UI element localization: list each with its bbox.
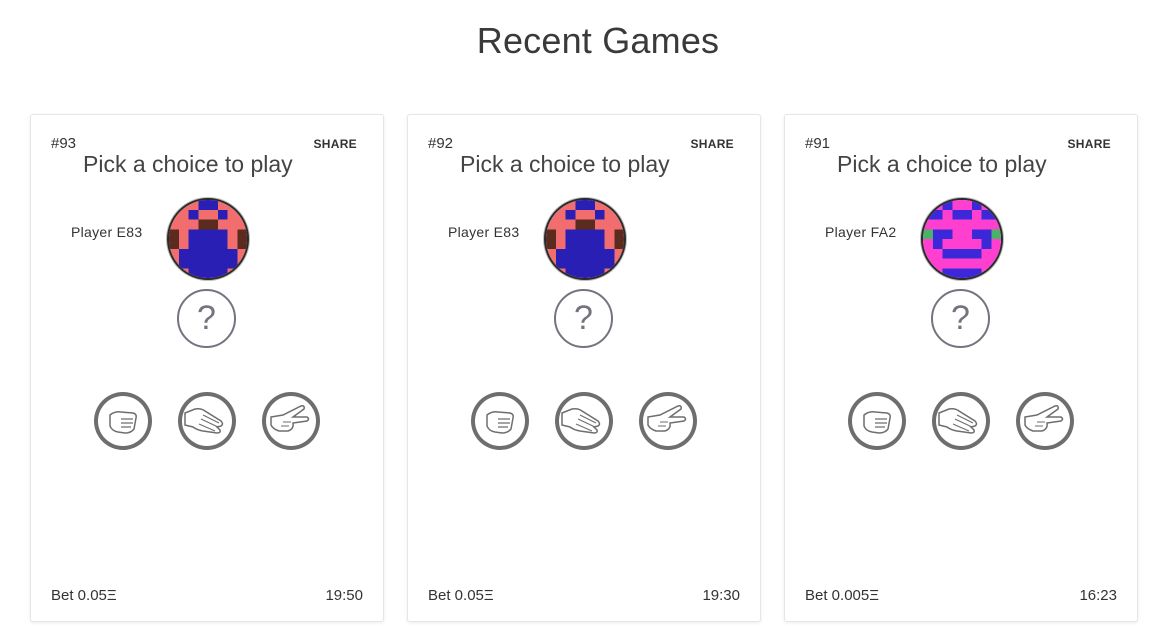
scissors-hand-icon — [639, 392, 697, 450]
game-prompt: Pick a choice to play — [837, 151, 1047, 177]
rock-choice-button[interactable] — [470, 391, 530, 451]
rock-hand-icon — [94, 392, 152, 450]
game-number: #92 — [428, 135, 454, 152]
game-time: 19:30 — [702, 587, 740, 604]
rock-hand-icon — [848, 392, 906, 450]
game-number: #93 — [51, 135, 77, 152]
player-label: Player E83 — [448, 224, 520, 240]
scissors-choice-button[interactable] — [261, 391, 321, 451]
player-avatar — [167, 198, 249, 280]
player-avatar — [921, 198, 1003, 280]
game-time: 16:23 — [1079, 587, 1117, 604]
game-card: #91 SHARE Pick a choice to play Player F… — [784, 114, 1138, 622]
scissors-hand-icon — [262, 392, 320, 450]
scissors-choice-button[interactable] — [1015, 391, 1075, 451]
paper-choice-button[interactable] — [931, 391, 991, 451]
paper-choice-button[interactable] — [554, 391, 614, 451]
player-avatar — [544, 198, 626, 280]
scissors-hand-icon — [1016, 392, 1074, 450]
share-button[interactable]: SHARE — [1067, 137, 1111, 151]
game-card: #92 SHARE Pick a choice to play Player E… — [407, 114, 761, 622]
game-number: #91 — [805, 135, 831, 152]
game-time: 19:50 — [325, 587, 363, 604]
rock-choice-button[interactable] — [847, 391, 907, 451]
player-label: Player FA2 — [825, 224, 897, 240]
game-prompt: Pick a choice to play — [83, 151, 293, 177]
game-prompt: Pick a choice to play — [460, 151, 670, 177]
share-button[interactable]: SHARE — [690, 137, 734, 151]
paper-hand-icon — [932, 392, 990, 450]
scissors-choice-button[interactable] — [638, 391, 698, 451]
share-button[interactable]: SHARE — [313, 137, 357, 151]
hidden-choice-icon: ? — [554, 289, 613, 348]
hidden-choice-icon: ? — [177, 289, 236, 348]
paper-choice-button[interactable] — [177, 391, 237, 451]
player-label: Player E83 — [71, 224, 143, 240]
game-card: #93 SHARE Pick a choice to play Player E… — [30, 114, 384, 622]
paper-hand-icon — [555, 392, 613, 450]
page-title: Recent Games — [476, 20, 720, 61]
hidden-choice-icon: ? — [931, 289, 990, 348]
rock-choice-button[interactable] — [93, 391, 153, 451]
paper-hand-icon — [178, 392, 236, 450]
bet-amount: Bet 0.05Ξ — [51, 587, 117, 604]
recent-games-page: Recent Games #93 SHARE Pick a choice to … — [0, 0, 1163, 640]
bet-amount: Bet 0.05Ξ — [428, 587, 494, 604]
bet-amount: Bet 0.005Ξ — [805, 587, 879, 604]
rock-hand-icon — [471, 392, 529, 450]
